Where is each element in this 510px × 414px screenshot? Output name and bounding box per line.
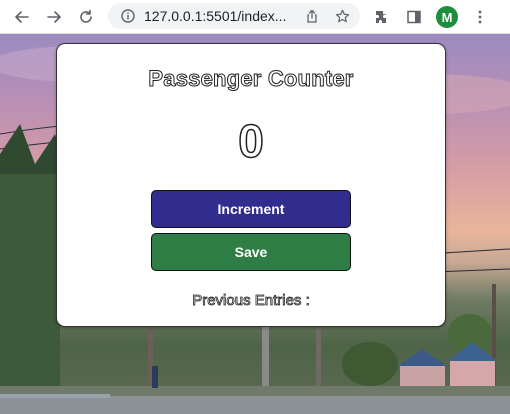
share-icon[interactable]: [304, 8, 320, 24]
info-icon[interactable]: [120, 8, 136, 24]
back-icon[interactable]: [12, 7, 32, 27]
star-icon[interactable]: [334, 8, 350, 24]
passenger-counter-card: Passenger Counter 0 Increment Save Previ…: [56, 43, 446, 327]
page-title: Passenger Counter: [148, 66, 354, 92]
profile-initial: M: [441, 9, 453, 25]
menu-icon[interactable]: [470, 7, 490, 27]
increment-button[interactable]: Increment: [151, 190, 351, 228]
profile-avatar[interactable]: M: [436, 6, 458, 28]
browser-toolbar: 127.0.0.1:5501/index... M: [0, 0, 510, 34]
extensions-icon[interactable]: [372, 7, 392, 27]
url-text[interactable]: 127.0.0.1:5501/index...: [144, 8, 286, 24]
side-panel-icon[interactable]: [404, 7, 424, 27]
save-button[interactable]: Save: [151, 233, 351, 271]
count-display: 0: [237, 114, 264, 168]
address-bar[interactable]: 127.0.0.1:5501/index...: [108, 3, 360, 29]
forward-icon[interactable]: [44, 7, 64, 27]
previous-entries-label: Previous Entries :: [192, 292, 310, 310]
reload-icon[interactable]: [76, 7, 96, 27]
